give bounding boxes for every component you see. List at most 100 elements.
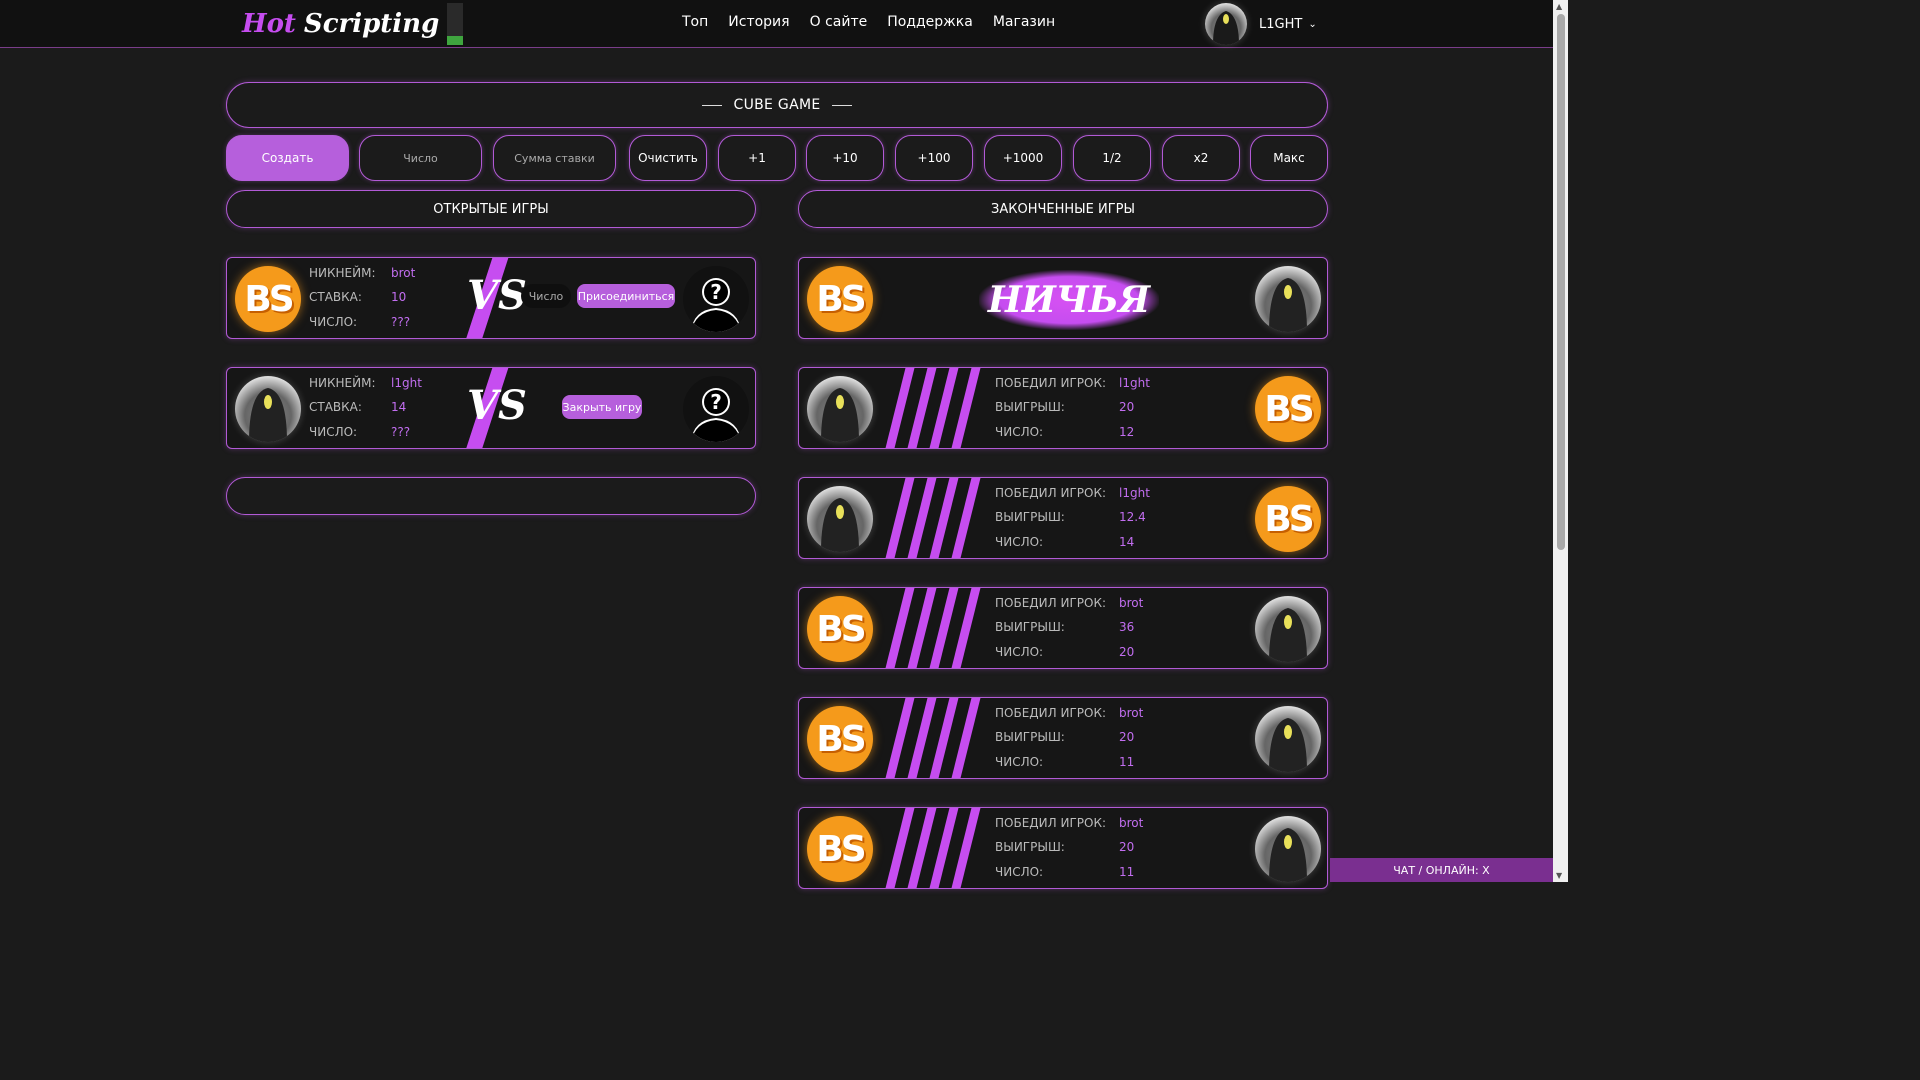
clear-button[interactable]: Очистить (629, 135, 707, 181)
nav-shop[interactable]: Магазин (993, 14, 1055, 30)
bet-label: СТАВКА: (309, 290, 362, 304)
finished-games-header: ЗАКОНЧЕННЫЕ ИГРЫ (798, 190, 1328, 228)
number-value: ??? (391, 315, 411, 329)
stripes-decoration (883, 478, 982, 558)
svg-text:?: ? (710, 280, 722, 304)
number-label: ЧИСЛО: (995, 425, 1044, 439)
hood-avatar (807, 486, 873, 552)
stripes-decoration (883, 698, 982, 778)
bs-avatar-text: BS (244, 278, 294, 320)
nick-label: НИКНЕЙМ: (309, 376, 376, 390)
chevron-down-icon: ⌄ (1308, 18, 1317, 30)
scroll-thumb[interactable] (1557, 14, 1565, 550)
create-button[interactable]: Создать (226, 135, 349, 181)
nick-value: l1ght (391, 376, 422, 390)
number-label: ЧИСЛО: (995, 755, 1044, 769)
finished-game-draw-card: BS НИЧЬЯ (798, 257, 1328, 339)
number-label: ЧИСЛО: (995, 865, 1044, 879)
bs-avatar: BS (235, 266, 301, 332)
nav-history[interactable]: История (728, 14, 789, 30)
svg-text:?: ? (710, 390, 722, 414)
game-title-bar: CUBE GAME (226, 82, 1328, 128)
join-button[interactable]: Присоединиться (577, 284, 675, 308)
win-label: ВЫИГРЫШ: (995, 840, 1065, 854)
bs-avatar: BS (1255, 486, 1321, 552)
win-label: ВЫИГРЫШ: (995, 620, 1065, 634)
unknown-player-icon: ? (683, 376, 749, 442)
hood-avatar (1255, 596, 1321, 662)
plus100-button[interactable]: +100 (895, 135, 973, 181)
bet-amount-input[interactable]: Сумма ставки (493, 135, 616, 181)
plus1000-button[interactable]: +1000 (984, 135, 1062, 181)
nick-label: НИКНЕЙМ: (309, 266, 376, 280)
nick-row: НИКНЕЙМ: (309, 266, 376, 280)
winner-label: ПОБЕДИЛ ИГРОК: (995, 816, 1107, 830)
user-menu[interactable]: L1GHT ⌄ (1205, 3, 1317, 45)
site-logo[interactable]: Hot Scripting (242, 3, 464, 45)
open-games-header: ОТКРЫТЫЕ ИГРЫ (226, 190, 756, 228)
number-label: ЧИСЛО: (309, 315, 358, 329)
winner-label: ПОБЕДИЛ ИГРОК: (995, 596, 1107, 610)
number-value: ??? (391, 425, 411, 439)
winner-value: brot (1119, 816, 1144, 830)
plus1-button[interactable]: +1 (718, 135, 796, 181)
winner-value: brot (1119, 596, 1144, 610)
hood-avatar (1255, 706, 1321, 772)
number-input[interactable]: Число (359, 135, 482, 181)
number-value: 20 (1119, 645, 1135, 659)
bs-avatar: BS (807, 596, 873, 662)
finished-game-card: BS ПОБЕДИЛ ИГРОК: brot ВЫИГРЫШ: 20 ЧИСЛО… (798, 697, 1328, 779)
win-value: 20 (1119, 400, 1135, 414)
scroll-down-icon[interactable]: ▼ (1556, 871, 1562, 880)
bs-avatar: BS (1255, 376, 1321, 442)
number-chip[interactable]: Число (521, 284, 571, 308)
logo-bar-icon (447, 3, 464, 45)
top-header: Hot Scripting Топ История О сайте Поддер… (0, 0, 1553, 48)
finished-game-card: ПОБЕДИЛ ИГРОК: l1ght ВЫИГРЫШ: 12.4 ЧИСЛО… (798, 477, 1328, 559)
max-button[interactable]: Макс (1250, 135, 1328, 181)
nav-support[interactable]: Поддержка (887, 14, 973, 30)
bet-value: 10 (391, 290, 407, 304)
finished-game-card: BS ПОБЕДИЛ ИГРОК: brot ВЫИГРЫШ: 20 ЧИСЛО… (798, 807, 1328, 889)
half-button[interactable]: 1/2 (1073, 135, 1151, 181)
finished-game-card: BS ПОБЕДИЛ ИГРОК: brot ВЫИГРЫШ: 36 ЧИСЛО… (798, 587, 1328, 669)
win-label: ВЫИГРЫШ: (995, 400, 1065, 414)
user-avatar (1205, 3, 1247, 45)
nick-value: brot (391, 266, 416, 280)
bet-value: 14 (391, 400, 407, 414)
number-label: ЧИСЛО: (995, 535, 1044, 549)
finished-game-card: ПОБЕДИЛ ИГРОК: l1ght ВЫИГРЫШ: 20 ЧИСЛО: … (798, 367, 1328, 449)
title-right-line (832, 104, 853, 106)
page-scrollbar[interactable]: ▲ ▼ (1553, 0, 1568, 882)
hood-avatar (1255, 816, 1321, 882)
main-nav: Топ История О сайте Поддержка Магазин (682, 14, 1055, 30)
nav-about[interactable]: О сайте (810, 14, 868, 30)
vs-label: VS (467, 272, 527, 319)
stripes-decoration (883, 808, 982, 888)
win-label: ВЫИГРЫШ: (995, 510, 1065, 524)
scroll-up-icon[interactable]: ▲ (1556, 2, 1562, 11)
logo-hot-text: Hot (242, 9, 296, 39)
chat-online-bar[interactable]: ЧАТ / ОНЛАЙН: X (1330, 858, 1553, 882)
stripes-decoration (883, 368, 982, 448)
plus10-button[interactable]: +10 (806, 135, 884, 181)
bs-avatar: BS (807, 816, 873, 882)
winner-value: brot (1119, 706, 1144, 720)
winner-label: ПОБЕДИЛ ИГРОК: (995, 706, 1107, 720)
bs-avatar: BS (807, 706, 873, 772)
winner-value: l1ght (1119, 486, 1150, 500)
win-label: ВЫИГРЫШ: (995, 730, 1065, 744)
double-button[interactable]: x2 (1162, 135, 1240, 181)
nav-top[interactable]: Топ (682, 14, 708, 30)
bet-label: СТАВКА: (309, 400, 362, 414)
number-label: ЧИСЛО: (995, 645, 1044, 659)
number-value: 11 (1119, 755, 1135, 769)
logo-scripting-text: Scripting (303, 9, 440, 39)
open-game-card: НИКНЕЙМ: l1ght СТАВКА: 14 ЧИСЛО: ??? VS … (226, 367, 756, 449)
user-name: L1GHT (1259, 16, 1303, 32)
number-value: 11 (1119, 865, 1135, 879)
winner-label: ПОБЕДИЛ ИГРОК: (995, 486, 1107, 500)
unknown-player-icon: ? (683, 266, 749, 332)
draw-banner: НИЧЬЯ (979, 270, 1159, 330)
close-game-button[interactable]: Закрыть игру (562, 395, 642, 419)
